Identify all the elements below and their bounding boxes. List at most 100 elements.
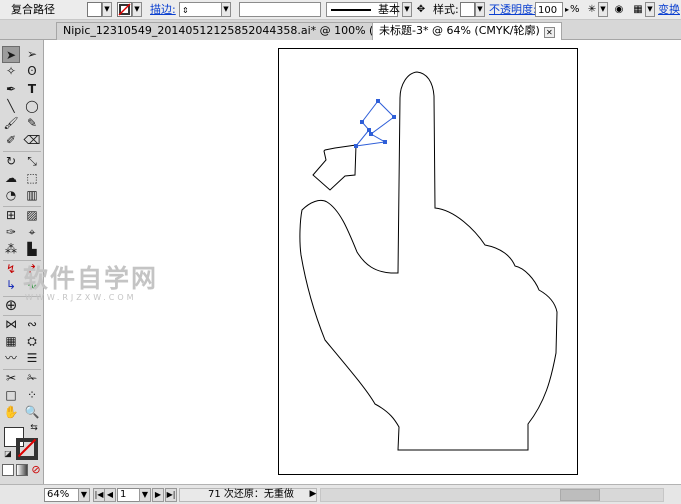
magic-wand-tool-icon[interactable]: ✧ bbox=[2, 63, 20, 80]
close-tab-icon[interactable]: ✕ bbox=[543, 27, 555, 38]
pen-tool-icon[interactable]: ✒ bbox=[2, 81, 20, 98]
graphic-style-swatch[interactable] bbox=[460, 2, 475, 17]
color-mode-icon[interactable] bbox=[2, 464, 14, 476]
selection-tool-icon[interactable]: ➤ bbox=[2, 46, 20, 63]
horizontal-scrollbar[interactable] bbox=[320, 488, 664, 502]
anchor-point[interactable] bbox=[376, 99, 380, 103]
tab-untitled-3[interactable]: 未标题-3* @ 64% (CMYK/轮廓) ✕ bbox=[372, 22, 562, 40]
direct-selection-tool-icon[interactable]: ➢ bbox=[23, 46, 41, 63]
brush-dropdown-icon[interactable]: ▼ bbox=[402, 2, 412, 17]
expand-arrows-icon[interactable]: ✥ bbox=[414, 2, 428, 17]
symbol-sprayer-tool-icon[interactable]: ⁂ bbox=[2, 241, 20, 258]
anchor-point[interactable] bbox=[360, 120, 364, 124]
eraser-tool-icon[interactable]: ⌫ bbox=[23, 132, 41, 149]
hand-tool-icon[interactable]: ✋ bbox=[2, 404, 20, 421]
artwork-svg bbox=[299, 71, 558, 451]
list-tool-icon[interactable]: ☰ bbox=[23, 350, 41, 367]
perspective-grid-tool-icon[interactable]: ▥ bbox=[23, 187, 41, 204]
recolor-dropdown-icon[interactable]: ▼ bbox=[598, 2, 608, 17]
anchor-point[interactable] bbox=[383, 140, 387, 144]
reshape-tool-icon[interactable]: ↳ bbox=[2, 277, 20, 294]
recolor-artwork-icon[interactable]: ✳ bbox=[585, 2, 599, 17]
width-tool-icon[interactable]: ↯ bbox=[2, 261, 20, 278]
paintbrush-tool-icon[interactable]: 🖌 bbox=[2, 115, 20, 132]
hand-outline-path[interactable] bbox=[299, 71, 558, 451]
gradient-tool-icon[interactable]: ▨ bbox=[23, 207, 41, 224]
artboard-tool-icon[interactable]: ⊕ bbox=[2, 297, 20, 314]
opacity-input[interactable]: 100 bbox=[535, 2, 563, 17]
tab-label: 未标题-3* @ 64% (CMYK/轮廓) bbox=[379, 24, 540, 37]
pencil-tool-icon[interactable]: ✎ bbox=[23, 115, 41, 132]
canvas-area[interactable] bbox=[45, 40, 681, 484]
no-stroke-icon bbox=[118, 3, 131, 16]
object-type-label: 复合路径 bbox=[11, 3, 55, 16]
gradient-mode-icon[interactable] bbox=[16, 464, 28, 476]
zoom-tool-icon[interactable]: 🔍 bbox=[23, 404, 41, 421]
stroke-color-swatch[interactable] bbox=[117, 2, 132, 17]
ellipse-tool-icon[interactable]: ◯ bbox=[23, 98, 41, 115]
tools-panel: ➤ ➢ ✧ ʘ ✒ T ╲ ◯ 🖌 ✎ ✐ ⌫ ↻ ⤡ ☁ ⬚ ◔ ▥ ⊞ ▨ ✑ ⌖ ⁂ ▙ ↯ ↱ ↳… bbox=[0, 40, 44, 484]
warp-tool-icon[interactable]: ☁ bbox=[2, 170, 20, 187]
measure-tool-icon[interactable]: ⌖ bbox=[23, 224, 41, 241]
scale-tool-icon[interactable]: ⤡ bbox=[23, 153, 41, 170]
status-bar: 64% ▼ |◀ ◀ 1 ▼ ▶ ▶| 71 次还原：无重做 ▶ bbox=[0, 484, 681, 504]
blob-brush-tool-icon[interactable]: ✐ bbox=[2, 132, 20, 149]
illustrator-window: 复合路径 ▼ ▼ 描边: ⇕ ▼ 基本 ▼ ✥ 样式: ▼ 不透明度: 100 … bbox=[0, 0, 681, 504]
zoom-dropdown-icon[interactable]: ▼ bbox=[78, 488, 90, 502]
type-tool-icon[interactable]: T bbox=[23, 81, 41, 98]
rectangle-tool-icon[interactable]: □ bbox=[2, 387, 20, 404]
anchor-point[interactable] bbox=[354, 144, 358, 148]
scrollbar-thumb[interactable] bbox=[560, 489, 600, 501]
style-label: 样式: bbox=[433, 3, 459, 16]
isolate-object-icon[interactable]: ◉ bbox=[612, 2, 626, 17]
align-dropdown-icon[interactable]: ▼ bbox=[645, 2, 655, 17]
anchor-point[interactable] bbox=[369, 132, 373, 136]
path-tool-icon[interactable]: 〰 bbox=[2, 350, 20, 367]
slice-tool-icon[interactable]: ⋈ bbox=[2, 316, 20, 333]
column-graph-tool-icon[interactable]: ▙ bbox=[23, 241, 41, 258]
line-tool-icon[interactable]: ╲ bbox=[2, 98, 20, 115]
brush-profile-label: 基本 bbox=[378, 3, 400, 16]
fill-color-swatch[interactable] bbox=[87, 2, 102, 17]
anchor-point[interactable] bbox=[367, 128, 371, 132]
scissors-tool-icon[interactable]: ✂ bbox=[2, 370, 20, 387]
stroke-dropdown-icon[interactable]: ▼ bbox=[132, 2, 142, 17]
none-mode-icon[interactable]: ⊘ bbox=[30, 464, 42, 476]
style-dropdown-icon[interactable]: ▼ bbox=[475, 2, 485, 17]
rotate-tool-icon[interactable]: ↻ bbox=[2, 153, 20, 170]
curvature-tool-icon[interactable]: ↱ bbox=[23, 261, 41, 278]
opacity-panel-link[interactable]: 不透明度: bbox=[489, 2, 537, 17]
stroke-weight-dropdown-icon[interactable]: ▼ bbox=[221, 2, 231, 17]
grid-tool-icon[interactable]: ▦ bbox=[2, 333, 20, 350]
free-transform-tool-icon[interactable]: ⬚ bbox=[23, 170, 41, 187]
history-status: 71 次还原：无重做 bbox=[179, 488, 317, 502]
smooth-tool-icon[interactable]: ∿ bbox=[23, 277, 41, 294]
scatter-tool-icon[interactable]: ⁘ bbox=[23, 387, 41, 404]
stroke-line-icon bbox=[331, 9, 371, 11]
variable-width-field[interactable] bbox=[239, 2, 321, 17]
anchor-point[interactable] bbox=[392, 115, 396, 119]
stroke-swatch[interactable] bbox=[16, 438, 38, 460]
fill-dropdown-icon[interactable]: ▼ bbox=[102, 2, 112, 17]
artboard-dropdown-icon[interactable]: ▼ bbox=[139, 488, 151, 502]
transform-link[interactable]: 变换 bbox=[658, 2, 680, 17]
mesh-tool-icon[interactable]: ⊞ bbox=[2, 207, 20, 224]
last-artboard-icon[interactable]: ▶| bbox=[165, 488, 177, 502]
puppet-warp-tool-icon[interactable]: ⛭ bbox=[23, 333, 41, 350]
status-menu-icon[interactable]: ▶ bbox=[307, 488, 319, 502]
shape-builder-tool-icon[interactable]: ◔ bbox=[2, 187, 20, 204]
knife-tool-icon[interactable]: ✁ bbox=[23, 370, 41, 387]
eyedropper-tool-icon[interactable]: ✑ bbox=[2, 224, 20, 241]
document-tab-bar: Nipic_12310549_20140512125852044358.ai* … bbox=[0, 20, 681, 40]
stroke-panel-link[interactable]: 描边: bbox=[150, 2, 176, 17]
next-artboard-icon[interactable]: ▶ bbox=[152, 488, 164, 502]
lasso-tool-icon[interactable]: ʘ bbox=[23, 63, 41, 80]
previous-artboard-icon[interactable]: ◀ bbox=[104, 488, 116, 502]
envelope-tool-icon[interactable]: ∾ bbox=[23, 316, 41, 333]
align-options-icon[interactable]: ▦ bbox=[631, 2, 645, 17]
default-colors-icon[interactable]: ◪ bbox=[3, 449, 13, 459]
swap-colors-icon[interactable]: ⇆ bbox=[28, 423, 40, 433]
opacity-unit: % bbox=[570, 4, 580, 15]
arrow-cursor-path[interactable] bbox=[312, 144, 357, 191]
stepper-icon: ⇕ bbox=[182, 6, 189, 15]
